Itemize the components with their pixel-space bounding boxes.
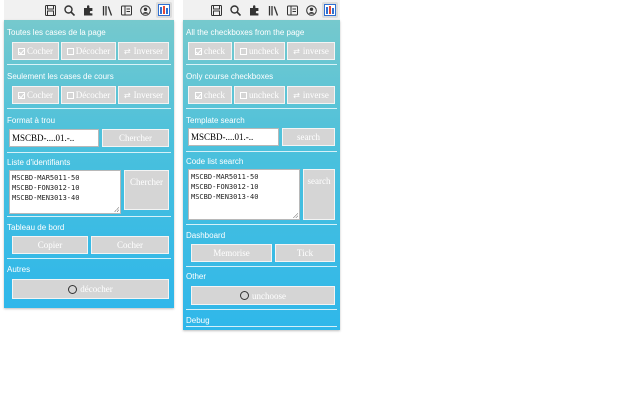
swap-icon: ⇄: [123, 90, 131, 100]
unchecked-box-icon: [66, 91, 74, 99]
section-title-dashboard: Dashboard: [186, 231, 226, 240]
unchecked-box-icon: [240, 91, 247, 99]
save-icon[interactable]: [42, 2, 58, 18]
unchoose-button[interactable]: unchoose: [191, 286, 335, 305]
browser-toolbar: [4, 0, 174, 20]
extension-popup-english: All the checkboxes from the page check u…: [183, 0, 340, 330]
reader-icon[interactable]: [118, 2, 134, 18]
divider: [186, 151, 337, 152]
checked-box-icon: [18, 47, 25, 55]
check-all-button[interactable]: check: [188, 42, 232, 60]
tick-button[interactable]: Tick: [275, 244, 335, 262]
browser-toolbar: [183, 0, 340, 20]
unchecked-box-icon: [66, 47, 74, 55]
divider: [186, 224, 337, 225]
tick-button[interactable]: Cocher: [91, 236, 169, 254]
code-line: MSCBD-MAR5011-50: [12, 174, 80, 182]
account-icon[interactable]: [137, 2, 153, 18]
code-line: MSCBD-FON3012-10: [191, 183, 259, 191]
unchoose-button[interactable]: décocher: [12, 279, 169, 299]
check-all-button[interactable]: Cocher: [12, 42, 59, 60]
invert-course-button[interactable]: ⇄ inverse: [287, 86, 335, 104]
copy-button[interactable]: Copier: [12, 236, 88, 254]
divider: [7, 258, 171, 259]
reader-icon[interactable]: [284, 2, 300, 18]
search-icon[interactable]: [61, 2, 77, 18]
code-list-textarea[interactable]: MSCBD-MAR5011-50 MSCBD-FON3012-10 MSCBD-…: [9, 170, 121, 214]
uncheck-all-button[interactable]: Décocher: [61, 42, 116, 60]
extension-popup-french: Toutes les cases de la page Cocher Décoc…: [4, 0, 174, 308]
extension-icon[interactable]: [156, 2, 172, 18]
divider: [7, 216, 171, 217]
code-line: MSCBD-MEN3013-40: [191, 193, 259, 201]
section-title-other: Other: [186, 272, 207, 281]
account-icon[interactable]: [303, 2, 319, 18]
divider: [7, 64, 171, 65]
code-line: MSCBD-MEN3013-40: [12, 194, 80, 202]
memorise-button[interactable]: Memorise: [191, 244, 272, 262]
swap-icon: ⇄: [123, 46, 131, 56]
section-title-template: Template search: [186, 116, 245, 125]
uncheck-course-button[interactable]: uncheck: [234, 86, 285, 104]
section-title-debug: Debug: [186, 316, 210, 325]
swap-icon: ⇄: [293, 46, 300, 56]
section-title-dashboard: Tableau de bord: [7, 223, 65, 232]
invert-all-button[interactable]: ⇄ inverse: [287, 42, 335, 60]
save-icon[interactable]: [208, 2, 224, 18]
divider: [186, 266, 337, 267]
divider: [186, 64, 337, 65]
circle-icon: [68, 284, 78, 294]
popup-body: Toutes les cases de la page Cocher Décoc…: [4, 20, 174, 308]
code-list-textarea[interactable]: MSCBD-MAR5011-50 MSCBD-FON3012-10 MSCBD-…: [188, 169, 300, 220]
unchecked-box-icon: [240, 47, 247, 55]
divider: [7, 152, 171, 153]
section-title-all: All the checkboxes from the page: [186, 28, 305, 37]
section-title-course: Seulement les cases de cours: [7, 72, 114, 81]
resize-handle-icon[interactable]: [114, 207, 119, 212]
list-search-button[interactable]: Chercher: [124, 170, 169, 210]
uncheck-all-button[interactable]: uncheck: [234, 42, 285, 60]
popup-body: All the checkboxes from the page check u…: [183, 20, 340, 330]
swap-icon: ⇄: [293, 90, 300, 100]
code-line: MSCBD-MAR5011-50: [191, 173, 259, 181]
check-course-button[interactable]: check: [188, 86, 232, 104]
circle-icon: [240, 291, 249, 300]
template-input[interactable]: MSCBD-....01.-..: [9, 129, 99, 147]
invert-course-button[interactable]: ⇄ Inverser: [118, 86, 169, 104]
puzzle-icon[interactable]: [246, 2, 262, 18]
template-search-button[interactable]: Chercher: [102, 129, 169, 147]
extension-icon[interactable]: [322, 2, 338, 18]
divider: [7, 108, 171, 109]
section-title-other: Autres: [7, 265, 31, 274]
search-icon[interactable]: [227, 2, 243, 18]
code-line: MSCBD-FON3012-10: [12, 184, 80, 192]
uncheck-course-button[interactable]: Décocher: [61, 86, 116, 104]
section-title-course: Only course checkboxes: [186, 72, 274, 81]
list-search-button[interactable]: search: [303, 169, 335, 220]
library-icon[interactable]: [265, 2, 281, 18]
section-title-all: Toutes les cases de la page: [7, 28, 106, 37]
invert-all-button[interactable]: ⇄ Inverser: [118, 42, 169, 60]
section-title-template: Format à trou: [7, 116, 56, 125]
checked-box-icon: [195, 47, 202, 55]
section-title-list: Code list search: [186, 157, 244, 166]
section-title-list: Liste d'identifiants: [7, 158, 71, 167]
check-course-button[interactable]: Cocher: [12, 86, 59, 104]
checked-box-icon: [195, 91, 202, 99]
resize-handle-icon[interactable]: [293, 213, 298, 218]
puzzle-icon[interactable]: [80, 2, 96, 18]
checked-box-icon: [18, 91, 25, 99]
divider: [186, 326, 337, 327]
divider: [186, 108, 337, 109]
template-search-button[interactable]: search: [282, 128, 335, 146]
library-icon[interactable]: [99, 2, 115, 18]
divider: [186, 309, 337, 310]
template-input[interactable]: MSCBD-....01.-..: [188, 128, 279, 146]
